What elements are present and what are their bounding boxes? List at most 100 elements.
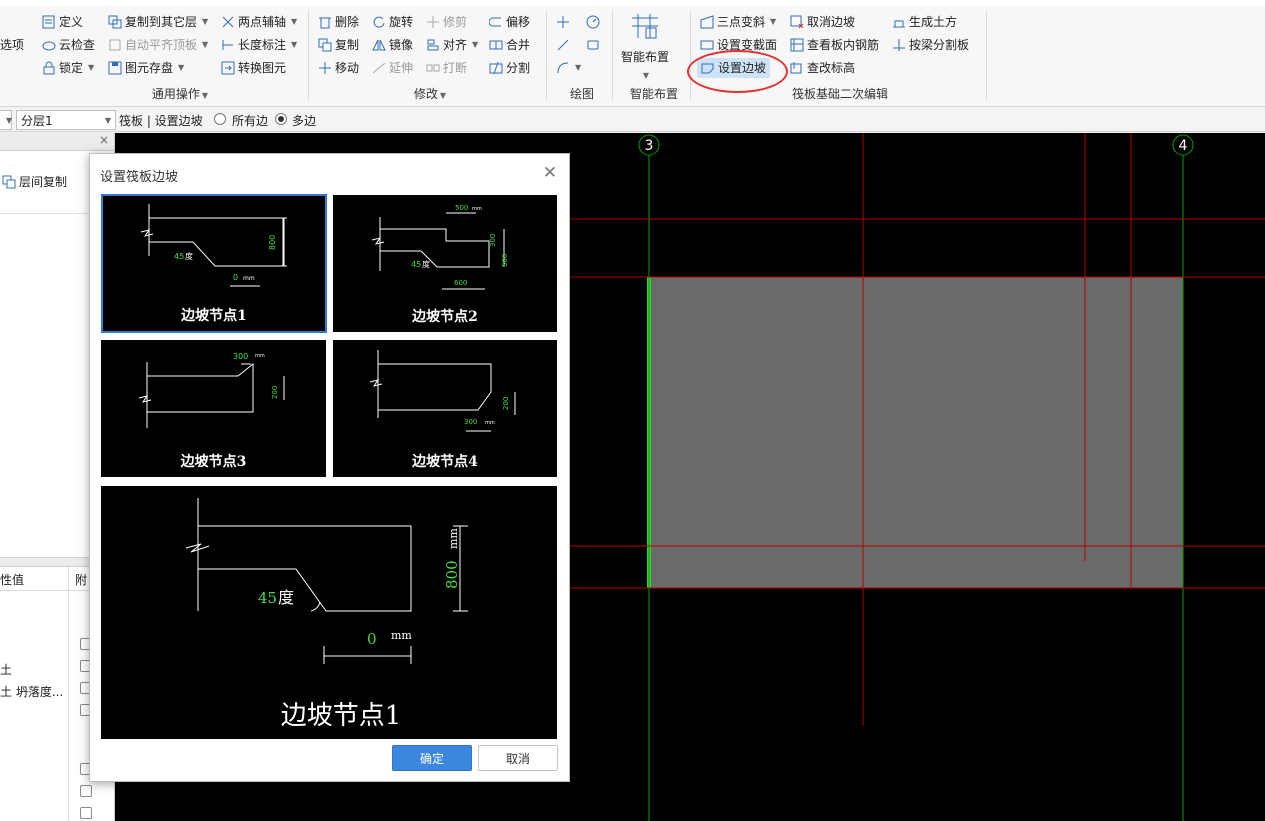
cloud-check-button[interactable]: 云检查 <box>42 35 95 55</box>
align-button[interactable]: 对齐 ▼ <box>426 35 478 55</box>
trim-label: 修剪 <box>443 15 468 29</box>
define-button[interactable]: 定义 <box>42 12 83 32</box>
rotate-point-button[interactable] <box>586 12 600 32</box>
convert-element-button[interactable]: 转换图元 <box>221 58 286 78</box>
floor-copy-icon <box>2 175 16 189</box>
slope-node-1-tile[interactable]: 45 度 800 0 mm 边坡节点1 <box>101 194 327 333</box>
gen-earthwork-button[interactable]: 生成土方 <box>892 12 957 32</box>
cancel-slope-icon <box>790 15 804 29</box>
change-elevation-button[interactable]: 查改标高 <box>790 58 855 78</box>
copy-icon <box>318 38 332 52</box>
height-2-value: 500 <box>501 254 509 267</box>
slope-node-1-caption: 边坡节点1 <box>181 308 247 324</box>
floor-dropdown[interactable]: ▼ <box>0 110 12 130</box>
menu-tabs-strip <box>0 0 1265 6</box>
move-button[interactable]: 移动 <box>318 58 359 78</box>
top-value: 300 <box>233 352 248 361</box>
rebar-icon <box>790 38 804 52</box>
breadcrumb: 筏板 | 设置边坡 <box>119 114 203 128</box>
point-draw-button[interactable] <box>556 12 570 32</box>
slope-icon <box>700 15 714 29</box>
checkbox[interactable] <box>80 785 92 797</box>
copy-button[interactable]: 复制 <box>318 35 359 55</box>
checkbox[interactable] <box>80 807 92 819</box>
floor-copy-button[interactable]: 层间复制 <box>2 172 67 192</box>
group-raft-label: 筏板基础二次编辑 <box>791 87 888 101</box>
cancel-slope-edge-button[interactable]: 取消边坡 <box>790 12 855 32</box>
offset-button[interactable]: 偏移 <box>489 12 530 32</box>
trim-button[interactable]: 修剪 <box>426 12 467 32</box>
chevron-down-icon: ▼ <box>575 63 582 72</box>
break-button[interactable]: 打断 <box>426 58 467 78</box>
copy-label: 复制 <box>335 38 360 52</box>
close-icon[interactable]: ✕ <box>543 163 557 183</box>
mirror-label: 镜像 <box>389 38 414 52</box>
line-draw-button[interactable] <box>556 35 570 55</box>
split-button[interactable]: 分割 <box>489 58 530 78</box>
mirror-button[interactable]: 镜像 <box>372 35 413 55</box>
group-smart-label: 智能布置 <box>629 87 678 101</box>
split-by-beam-button[interactable]: 按梁分割板 <box>892 35 969 55</box>
preview-angle-value: 45 <box>258 589 277 607</box>
cloud-check-label: 云检查 <box>59 38 96 52</box>
cloud-icon <box>42 38 56 52</box>
copy-floor-icon <box>108 15 122 29</box>
group-draw-label: 绘图 <box>569 87 594 101</box>
extend-button[interactable]: 延伸 <box>372 58 413 78</box>
change-elevation-label: 查改标高 <box>807 61 856 75</box>
two-point-axis-button[interactable]: 两点辅轴 ▼ <box>221 12 297 32</box>
rotate-label: 旋转 <box>389 15 414 29</box>
preview-drawing: 45 度 800 mm 0 mm 边坡节点1 <box>185 498 468 731</box>
chevron-down-icon: ▼ <box>104 115 111 125</box>
layer-value: 分层1 <box>21 113 53 128</box>
rotate-button[interactable]: 旋转 <box>372 12 413 32</box>
arc-icon <box>556 61 570 75</box>
view-inner-rebar-button[interactable]: 查看板内钢筋 <box>790 35 879 55</box>
preview-width-unit: mm <box>391 629 412 642</box>
element-save-button[interactable]: 图元存盘 ▼ <box>108 58 184 78</box>
chevron-down-icon: ▼ <box>202 17 209 26</box>
col-attach-header: 附 <box>75 573 88 587</box>
preview-height-unit: mm <box>447 528 460 549</box>
delete-label: 删除 <box>335 15 360 29</box>
grid-column-divider <box>68 567 69 821</box>
length-dim-button[interactable]: 长度标注 ▼ <box>221 35 297 55</box>
lock-button[interactable]: 锁定 ▼ <box>42 58 94 78</box>
earthwork-icon <box>892 15 906 29</box>
copy-to-floor-button[interactable]: 复制到其它层 ▼ <box>108 12 208 32</box>
delete-button[interactable]: 删除 <box>318 12 359 32</box>
options-button[interactable]: 选项 <box>0 35 24 55</box>
extend-icon <box>372 61 386 75</box>
group-separator <box>612 10 613 100</box>
property-toolbar: ▼ 分层1 ▼ 筏板 | 设置边坡 所有边 多边 <box>0 108 1265 132</box>
rect-draw-button[interactable] <box>586 35 600 55</box>
chevron-down-icon: ▼ <box>202 40 209 49</box>
break-label: 打断 <box>443 61 468 75</box>
angle-value: 45 <box>411 260 421 269</box>
raft-slab[interactable] <box>648 277 1183 588</box>
slope-node-2-tile[interactable]: 500 mm 300 500 45 度 600 边坡节点2 <box>331 193 559 334</box>
layer-dropdown[interactable]: 分层1 ▼ <box>16 110 116 130</box>
slope-node-4-tile[interactable]: 200 300 mm 边坡节点4 <box>331 338 559 479</box>
auto-flat-top-button[interactable]: 自动平齐顶板 ▼ <box>108 35 208 55</box>
arc-draw-button[interactable]: ▼ <box>556 58 581 78</box>
trash-icon <box>318 15 332 29</box>
unit-label: mm <box>485 420 495 426</box>
radio-all-edges[interactable] <box>214 113 226 125</box>
three-point-slope-button[interactable]: 三点变斜 ▼ <box>700 12 776 32</box>
split-by-beam-label: 按梁分割板 <box>909 38 970 52</box>
close-icon[interactable]: × <box>99 133 109 147</box>
cancel-button[interactable]: 取消 <box>478 745 558 771</box>
group-modify-label[interactable]: 修改 ▼ <box>400 85 460 102</box>
clock-icon <box>586 15 600 29</box>
convert-icon <box>221 61 235 75</box>
merge-icon <box>489 38 503 52</box>
radio-multi-edges[interactable] <box>275 113 287 125</box>
group-general-label[interactable]: 通用操作 ▼ <box>140 85 220 102</box>
smart-layout-button[interactable]: 智能布置 ▼ <box>621 12 669 82</box>
slope-node-3-tile[interactable]: 300 mm 200 边坡节点3 <box>99 338 328 479</box>
preview-angle-unit: 度 <box>278 588 294 607</box>
group-separator <box>308 10 309 100</box>
ok-button[interactable]: 确定 <box>392 745 472 771</box>
merge-button[interactable]: 合并 <box>489 35 530 55</box>
